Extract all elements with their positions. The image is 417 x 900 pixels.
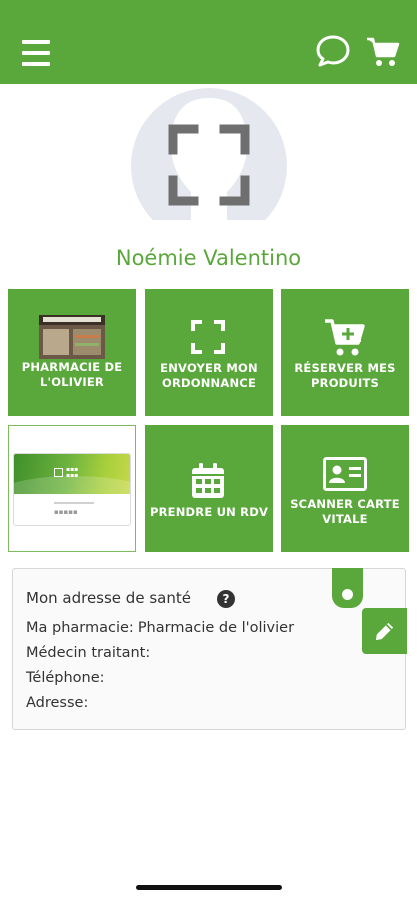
pharmacy-photo: [39, 315, 105, 359]
address-row: Adresse:: [26, 695, 88, 711]
pharmacy-row: Ma pharmacie: Pharmacie de l'olivier: [26, 620, 294, 636]
shopping-cart-icon[interactable]: [366, 36, 400, 68]
question-circle-icon[interactable]: ?: [217, 590, 235, 608]
scan-frame-icon: [191, 320, 225, 354]
tile-label: ENVOYER MON ORDONNANCE: [160, 361, 258, 390]
home-indicator[interactable]: [136, 885, 282, 890]
phone-label: Téléphone:: [26, 670, 105, 686]
cart-plus-icon: [325, 319, 365, 356]
tile-envoyer-ordonnance[interactable]: ENVOYER MON ORDONNANCE: [145, 289, 273, 416]
tile-scanner-carte-vitale[interactable]: SCANNER CARTE VITALE: [281, 425, 409, 552]
top-app-bar: [0, 0, 417, 84]
edit-button[interactable]: [362, 608, 407, 654]
pencil-icon: [375, 622, 394, 641]
toggle-dot-icon: [342, 589, 353, 600]
user-name: Noémie Valentino: [115, 246, 302, 270]
tile-label: SCANNER CARTE VITALE: [290, 497, 400, 526]
profile-avatar[interactable]: [131, 88, 287, 220]
scan-frame-icon: [168, 124, 250, 206]
hamburger-menu-icon[interactable]: [22, 40, 50, 66]
tile-label: PRENDRE UN RDV: [149, 505, 269, 519]
doctor-row: Médecin traitant:: [26, 645, 150, 661]
id-card-icon: [323, 457, 367, 491]
calendar-icon: [192, 463, 224, 498]
tile-prendre-rdv[interactable]: PRENDRE UN RDV: [145, 425, 273, 552]
loyalty-card-image: ▪▪▪ ▪▪▪ ▪▪▪▪▪: [13, 453, 131, 526]
collapse-toggle[interactable]: [332, 568, 363, 608]
tile-loyalty-card[interactable]: ▪▪▪ ▪▪▪ ▪▪▪▪▪: [8, 425, 136, 552]
tile-reserver-produits[interactable]: RÉSERVER MES PRODUITS: [281, 289, 409, 416]
address-label: Adresse:: [26, 695, 89, 711]
health-address-title: Mon adresse de santé: [26, 589, 191, 607]
health-address-card: Mon adresse de santé ? Ma pharmacie: Phar…: [12, 568, 407, 730]
tile-pharmacie-olivier[interactable]: PHARMACIE DE L'OLIVIER: [8, 289, 136, 416]
phone-row: Téléphone:: [26, 670, 105, 686]
doctor-label: Médecin traitant:: [26, 645, 151, 661]
tile-label: RÉSERVER MES PRODUITS: [294, 361, 396, 390]
pharmacy-value: Pharmacie de l'olivier: [137, 620, 295, 636]
chat-bubble-icon[interactable]: [315, 34, 351, 68]
pharmacy-label: Ma pharmacie:: [26, 620, 134, 636]
tile-label: PHARMACIE DE L'OLIVIER: [21, 360, 123, 389]
